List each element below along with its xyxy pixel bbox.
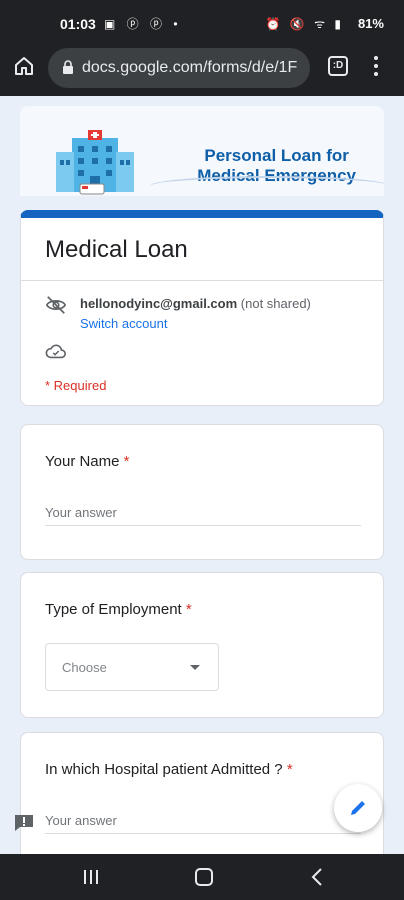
menu-icon[interactable]: [372, 54, 380, 78]
nav-back-icon[interactable]: [310, 867, 324, 887]
required-star: *: [185, 601, 192, 618]
feedback-icon[interactable]: [14, 814, 34, 832]
banner-swoosh: [150, 176, 384, 196]
tabs-icon[interactable]: :D: [328, 56, 348, 76]
question-card-hospital: In which Hospital patient Admitted ? * Y…: [20, 732, 384, 854]
form-page: Personal Loan for Medical Emergency Medi…: [0, 96, 404, 854]
edit-fab-button[interactable]: [334, 784, 382, 832]
notification-icons: ▣ ⓟ ⓟ •: [104, 17, 182, 31]
switch-account-link[interactable]: Switch account: [80, 316, 167, 331]
question-text: Your Name: [45, 453, 120, 470]
question-label: Type of Employment *: [45, 601, 192, 618]
question-card-employment: Type of Employment * Choose: [20, 572, 384, 718]
lock-icon: [63, 60, 73, 74]
required-note: * Required: [45, 378, 107, 393]
url-text: docs.google.com/forms/d/e/1F: [82, 59, 298, 76]
employment-select[interactable]: Choose: [45, 643, 219, 691]
account-email: hellonodyinc@gmail.com (not shared): [80, 296, 311, 311]
battery-level: 81%: [357, 16, 384, 31]
system-nav-bar: [0, 854, 404, 900]
cloud-icon: [45, 344, 66, 359]
system-icons: ⏰ 🔇 ᯤ ▮: [265, 17, 344, 31]
select-value: Choose: [62, 660, 107, 675]
not-shared-label: (not shared): [240, 296, 311, 311]
form-header-card: Medical Loan hellonodyinc@gmail.com (not…: [20, 210, 384, 406]
eye-off-icon: [45, 296, 67, 314]
form-title: Medical Loan: [45, 236, 188, 263]
required-star: *: [123, 453, 130, 470]
status-time: 01:03: [60, 16, 96, 32]
question-text: In which Hospital patient Admitted ?: [45, 761, 283, 778]
question-label: Your Name *: [45, 453, 130, 470]
hospital-answer-input[interactable]: Your answer: [45, 813, 361, 834]
email-address: hellonodyinc@gmail.com: [80, 296, 238, 311]
divider: [21, 280, 383, 281]
browser-toolbar: docs.google.com/forms/d/e/1F :D: [0, 40, 404, 96]
question-text: Type of Employment: [45, 601, 182, 618]
banner-line-1: Personal Loan for: [204, 146, 349, 165]
required-star: *: [286, 761, 293, 778]
home-icon[interactable]: [12, 54, 36, 78]
nav-home-icon[interactable]: [195, 868, 213, 886]
pen-icon: [351, 801, 365, 815]
hospital-illustration: [56, 130, 134, 195]
question-label: In which Hospital patient Admitted ? *: [45, 761, 293, 778]
address-bar[interactable]: docs.google.com/forms/d/e/1F: [48, 48, 310, 88]
header-banner: Personal Loan for Medical Emergency: [20, 106, 384, 196]
nav-recent-icon[interactable]: [82, 869, 100, 885]
name-answer-input[interactable]: Your answer: [45, 505, 361, 526]
chevron-down-icon: [190, 665, 200, 670]
question-card-name: Your Name * Your answer: [20, 424, 384, 560]
